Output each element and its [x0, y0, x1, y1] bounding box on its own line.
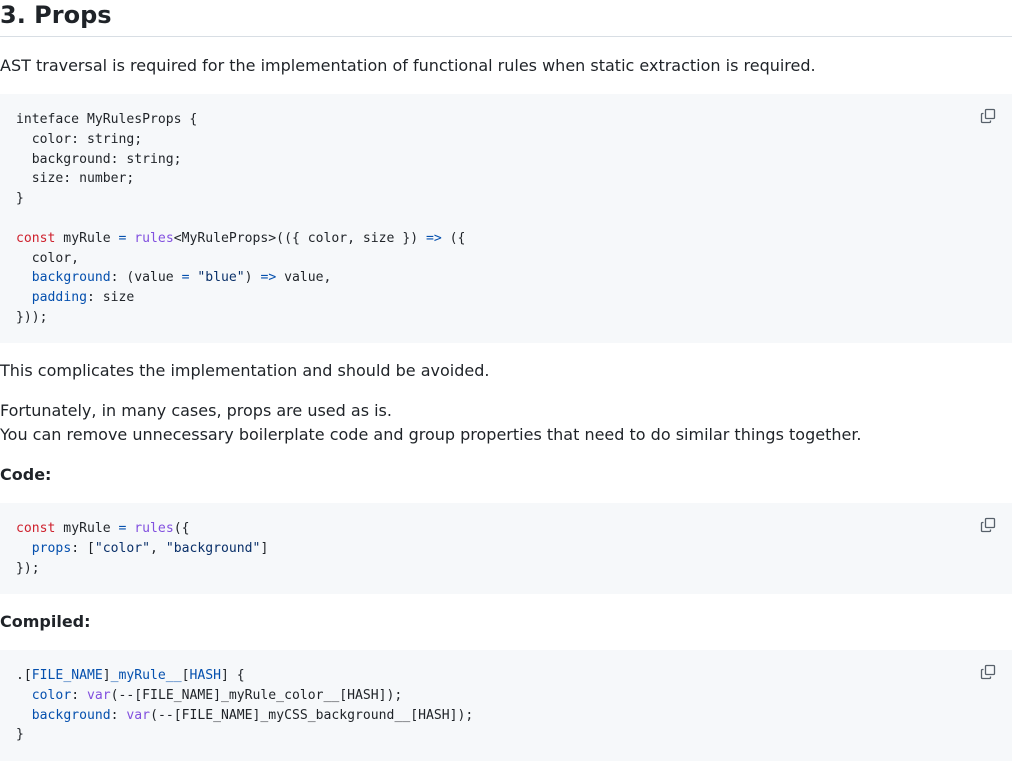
code-content: .[FILE_NAME]_myRule__[HASH] { color: var… — [16, 668, 474, 743]
code-block-compiled: .[FILE_NAME]_myRule__[HASH] { color: var… — [0, 650, 1012, 761]
complicates-paragraph: This complicates the implementation and … — [0, 361, 490, 380]
code-content: inteface MyRulesProps { color: string; b… — [16, 112, 466, 325]
copy-icon[interactable] — [980, 517, 996, 533]
code-block-interface: inteface MyRulesProps { color: string; b… — [0, 94, 1012, 343]
intro-paragraph: AST traversal is required for the implem… — [0, 56, 816, 75]
copy-icon[interactable] — [980, 108, 996, 124]
copy-icon[interactable] — [980, 664, 996, 680]
code-label: Code: — [0, 465, 52, 484]
remove-line: You can remove unnecessary boilerplate c… — [0, 425, 862, 444]
code-content: const myRule = rules({ props: ["color", … — [16, 521, 269, 576]
page: 3. Props AST traversal is required for t… — [0, 0, 1012, 761]
section-heading: 3. Props — [0, 0, 1012, 37]
code-block-rule: const myRule = rules({ props: ["color", … — [0, 503, 1012, 594]
compiled-label: Compiled: — [0, 612, 91, 631]
fortunately-paragraph: Fortunately, in many cases, props are us… — [0, 399, 862, 447]
fortunately-line: Fortunately, in many cases, props are us… — [0, 401, 392, 420]
